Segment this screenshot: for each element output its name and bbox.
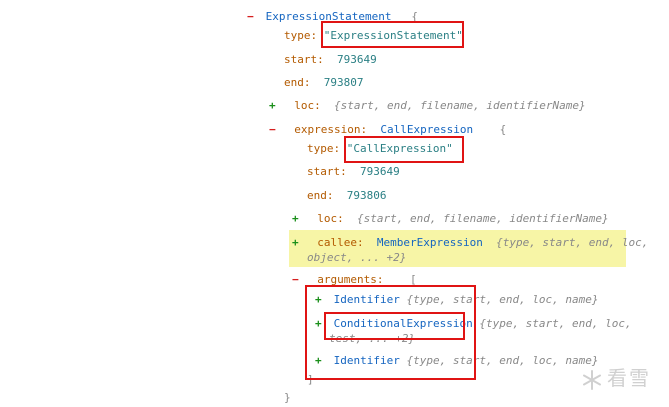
callee-row-continued: object, ... +2} <box>307 251 406 265</box>
expression-statement-node[interactable]: − ExpressionStatement { <box>247 10 418 24</box>
watermark: 看雪 <box>581 362 651 391</box>
call-end-row: end: 793806 <box>307 189 387 203</box>
snowflake-icon <box>583 369 601 390</box>
list-item[interactable]: + Identifier {type, start, end, loc, nam… <box>315 354 599 368</box>
argument-type: Identifier <box>333 293 400 306</box>
argument-type: ConditionalExpression <box>333 317 473 330</box>
callee-type: MemberExpression <box>376 236 483 249</box>
argument-type: Identifier <box>333 354 400 367</box>
end-key: end: <box>284 76 311 89</box>
loc-key: loc: <box>294 99 321 112</box>
call-type-row: type: "CallExpression" <box>307 142 453 156</box>
watermark-text: 看雪 <box>607 366 651 390</box>
brace-close: } <box>284 391 291 404</box>
collapse-toggle[interactable]: − <box>292 273 304 287</box>
type-key: type: <box>284 29 318 42</box>
callee-row[interactable]: + callee: MemberExpression {type, start,… <box>292 236 648 250</box>
type-value: "ExpressionStatement" <box>323 29 463 42</box>
expand-toggle[interactable]: + <box>269 99 281 113</box>
expand-toggle[interactable]: + <box>315 293 327 307</box>
bracket-close: ] <box>307 373 314 386</box>
loc-key: loc: <box>317 212 344 225</box>
list-item[interactable]: + Identifier {type, start, end, loc, nam… <box>315 293 599 307</box>
start-key: start: <box>284 53 324 66</box>
expand-toggle[interactable]: + <box>315 317 327 331</box>
call-start-row: start: 793649 <box>307 165 400 179</box>
loc-summary: {start, end, filename, identifierName} <box>357 212 609 225</box>
collapse-toggle[interactable]: − <box>247 10 259 24</box>
type-row: type: "ExpressionStatement" <box>284 29 463 43</box>
expression-key: expression: <box>294 123 368 136</box>
arguments-key: arguments: <box>317 273 384 286</box>
brace-open: { <box>411 10 418 23</box>
expression-row[interactable]: − expression: CallExpression { <box>269 123 506 137</box>
callee-summary-continued: object, ... +2} <box>307 251 407 264</box>
loc-summary: {start, end, filename, identifierName} <box>334 99 586 112</box>
end-value: 793806 <box>346 189 387 202</box>
list-item-continued: test, ... +2} <box>329 332 415 346</box>
arguments-row[interactable]: − arguments: [ <box>292 273 417 287</box>
brace-open: { <box>499 123 507 136</box>
expand-toggle[interactable]: + <box>315 354 327 368</box>
argument-summary: {type, start, end, loc, <box>479 317 632 330</box>
start-row: start: 793649 <box>284 53 377 67</box>
argument-summary: {type, start, end, loc, name} <box>406 354 599 367</box>
expression-type: CallExpression <box>380 123 474 136</box>
node-label: ExpressionStatement <box>265 10 392 23</box>
list-item[interactable]: + ConditionalExpression {type, start, en… <box>315 317 632 331</box>
type-value: "CallExpression" <box>346 142 453 155</box>
start-value: 793649 <box>360 165 400 178</box>
call-loc-row[interactable]: + loc: {start, end, filename, identifier… <box>292 212 609 226</box>
argument-summary: {type, start, end, loc, name} <box>406 293 599 306</box>
start-key: start: <box>307 165 347 178</box>
callee-summary: {type, start, end, loc, <box>496 236 649 249</box>
end-value: 793807 <box>323 76 364 89</box>
expand-toggle[interactable]: + <box>292 212 304 226</box>
end-key: end: <box>307 189 334 202</box>
type-key: type: <box>307 142 341 155</box>
start-value: 793649 <box>337 53 377 66</box>
bracket-open: [ <box>409 273 417 286</box>
expand-toggle[interactable]: + <box>292 236 304 250</box>
collapse-toggle[interactable]: − <box>269 123 281 137</box>
argument-summary-continued: test, ... +2} <box>329 332 416 345</box>
callee-key: callee: <box>317 236 364 249</box>
end-row: end: 793807 <box>284 76 364 90</box>
loc-row[interactable]: + loc: {start, end, filename, identifier… <box>269 99 586 113</box>
